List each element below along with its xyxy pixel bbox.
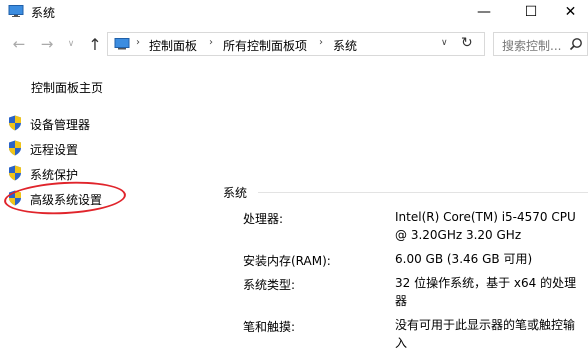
minimize-button[interactable]: — [462, 0, 506, 24]
computer-icon [8, 5, 24, 17]
search-placeholder: 搜索控制... [502, 39, 562, 53]
breadcrumb-separator-icon: › [319, 37, 323, 48]
processor-value: Intel(R) Core(TM) i5-4570 CPU @ 3.20GHz … [395, 210, 576, 242]
search-icon[interactable] [569, 37, 583, 51]
sidebar-item-label: 远程设置 [30, 143, 79, 157]
section-divider [258, 192, 588, 193]
pen-touch-value: 没有可用于此显示器的笔或触控输入 [395, 318, 576, 350]
up-button[interactable]: ↑ [86, 35, 104, 54]
breadcrumb-all-items[interactable]: 所有控制面板项 [223, 37, 307, 54]
ram-value: 6.00 GB (3.46 GB 可用) [395, 252, 533, 266]
title-bar: 系统 — ☐ ✕ [0, 0, 588, 24]
sidebar-item-label: 设备管理器 [30, 118, 91, 132]
shield-icon [9, 190, 21, 206]
sidebar-item-label: 高级系统设置 [30, 193, 103, 207]
sidebar-item-system-protection[interactable]: 系统保护 [8, 165, 168, 183]
address-dropdown-icon[interactable]: ∨ [441, 38, 448, 48]
navigation-bar: ← → ∨ ↑ › 控制面板 › 所有控制面板项 › 系统 ∨ ↻ 搜索控制..… [0, 32, 588, 58]
close-button[interactable]: ✕ [553, 0, 588, 24]
sidebar-home-link[interactable]: 控制面板主页 [31, 79, 103, 96]
forward-button[interactable]: → [38, 35, 56, 53]
sidebar-item-remote-settings[interactable]: 远程设置 [8, 140, 168, 158]
breadcrumb-separator-icon: › [209, 37, 213, 48]
shield-icon [9, 165, 21, 181]
search-input[interactable]: 搜索控制... [493, 32, 588, 56]
sidebar-item-device-manager[interactable]: 设备管理器 [8, 115, 168, 133]
ram-label: 安装内存(RAM): [243, 254, 331, 268]
refresh-icon[interactable]: ↻ [461, 35, 473, 51]
breadcrumb-control-panel[interactable]: 控制面板 [149, 37, 197, 54]
maximize-button[interactable]: ☐ [509, 0, 553, 24]
breadcrumb-separator-icon: › [136, 37, 140, 48]
address-bar[interactable]: › 控制面板 › 所有控制面板项 › 系统 ∨ ↻ [107, 32, 485, 56]
back-button[interactable]: ← [10, 35, 28, 53]
system-type-label: 系统类型: [243, 278, 296, 292]
control-panel-icon [114, 38, 130, 50]
processor-label: 处理器: [243, 212, 284, 226]
sidebar-item-label: 系统保护 [30, 168, 79, 182]
window-title: 系统 [31, 6, 56, 20]
section-title-system: 系统 [223, 186, 248, 200]
recent-locations-dropdown[interactable]: ∨ [62, 35, 80, 53]
sidebar-item-advanced-system-settings[interactable]: 高级系统设置 [8, 190, 168, 208]
pen-touch-label: 笔和触摸: [243, 320, 296, 334]
system-type-value: 32 位操作系统，基于 x64 的处理器 [395, 276, 577, 308]
breadcrumb-system[interactable]: 系统 [333, 37, 357, 54]
shield-icon [9, 140, 21, 156]
shield-icon [9, 115, 21, 131]
